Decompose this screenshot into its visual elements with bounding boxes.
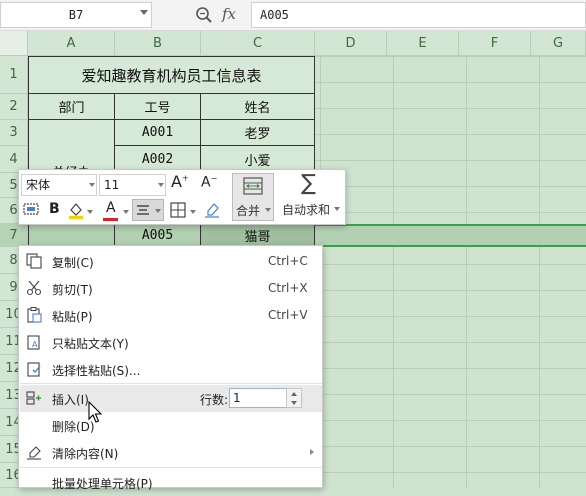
menu-item-label: 批量处理单元格(P) bbox=[52, 477, 153, 491]
context-menu: 复制(C) Ctrl+C 剪切(T) Ctrl+X 粘贴(P) Ctrl+V A… bbox=[18, 245, 323, 491]
menu-item-label: 插入(I) bbox=[52, 393, 89, 407]
autosum-label: 自动求和 bbox=[282, 203, 331, 217]
mini-toolbar: 宋体 11 A+ A− B A 合并 ∑ 自动求和 bbox=[18, 169, 346, 225]
align-center-icon bbox=[137, 205, 149, 215]
chevron-down-icon[interactable] bbox=[158, 183, 164, 187]
rows-count-spinner[interactable] bbox=[286, 388, 302, 408]
chevron-down-icon[interactable] bbox=[89, 183, 95, 187]
fx-icon[interactable]: fx bbox=[222, 5, 236, 23]
chevron-down-icon[interactable] bbox=[334, 207, 340, 211]
name-box[interactable]: B7 bbox=[0, 2, 152, 28]
merge-cells-icon bbox=[243, 177, 263, 195]
sigma-icon: ∑ bbox=[301, 171, 316, 196]
column-header-g[interactable]: G bbox=[531, 31, 586, 56]
chevron-down-icon[interactable] bbox=[140, 10, 148, 15]
table-title[interactable]: 爱知趣教育机构员工信息表 bbox=[28, 56, 315, 94]
menu-item-paste[interactable]: 粘贴(P) Ctrl+V bbox=[20, 302, 322, 329]
column-header-c[interactable]: C bbox=[201, 31, 315, 56]
name-cell[interactable]: 老罗 bbox=[201, 120, 315, 146]
menu-item-label: 复制(C) bbox=[52, 256, 94, 270]
header-id[interactable]: 工号 bbox=[115, 94, 201, 120]
menu-item-clear[interactable]: 清除内容(N) bbox=[20, 439, 322, 466]
grow-font-button[interactable]: A+ bbox=[171, 172, 189, 191]
menu-item-label: 只粘贴文本(Y) bbox=[52, 337, 129, 351]
menu-item-batch[interactable]: 批量处理单元格(P) bbox=[20, 469, 322, 496]
select-all-corner[interactable] bbox=[0, 31, 28, 56]
mouse-cursor-icon bbox=[88, 401, 103, 423]
rows-count-input[interactable]: 1 bbox=[229, 388, 289, 408]
column-header-e[interactable]: E bbox=[387, 31, 459, 56]
merge-label: 合并 bbox=[236, 204, 261, 218]
menu-divider bbox=[20, 467, 322, 468]
shrink-font-button[interactable]: A− bbox=[201, 174, 217, 191]
menu-item-delete[interactable]: 删除(D) bbox=[20, 412, 322, 439]
eraser-icon bbox=[27, 446, 41, 460]
rows-count-label: 行数: bbox=[200, 393, 229, 407]
id-cell[interactable]: A001 bbox=[115, 120, 201, 146]
align-center-button[interactable] bbox=[132, 199, 164, 221]
chevron-down-icon[interactable] bbox=[87, 210, 93, 214]
column-header-b[interactable]: B bbox=[115, 31, 201, 56]
chevron-down-icon[interactable] bbox=[190, 210, 196, 214]
paste-icon bbox=[27, 307, 42, 323]
cut-icon bbox=[26, 280, 42, 296]
chevron-right-icon bbox=[310, 449, 314, 455]
menu-divider bbox=[20, 383, 322, 384]
font-color-swatch bbox=[103, 218, 118, 221]
menu-item-cut[interactable]: 剪切(T) Ctrl+X bbox=[20, 275, 322, 302]
chevron-down-icon[interactable] bbox=[265, 208, 271, 212]
menu-item-insert[interactable]: 插入(I) 行数: 1 bbox=[20, 385, 322, 412]
header-dept[interactable]: 部门 bbox=[28, 94, 115, 120]
formula-input[interactable]: A005 bbox=[251, 2, 586, 28]
menu-item-shortcut: Ctrl+C bbox=[268, 254, 308, 268]
format-painter-icon[interactable] bbox=[23, 202, 39, 218]
copy-icon bbox=[26, 253, 42, 269]
column-header-f[interactable]: F bbox=[459, 31, 531, 56]
borders-icon[interactable] bbox=[170, 202, 186, 218]
chevron-down-icon[interactable] bbox=[155, 209, 161, 213]
row-header-7[interactable]: 7 bbox=[0, 224, 28, 247]
autosum-button[interactable]: ∑ 自动求和 bbox=[279, 171, 343, 221]
row-header-2[interactable]: 2 bbox=[0, 94, 28, 120]
column-header-a[interactable]: A bbox=[28, 31, 115, 56]
menu-item-paste-text[interactable]: A 只粘贴文本(Y) bbox=[20, 329, 322, 356]
paste-text-icon: A bbox=[27, 335, 40, 350]
menu-item-label: 选择性粘贴(S)... bbox=[52, 364, 141, 378]
menu-item-label: 剪切(T) bbox=[52, 283, 93, 297]
row-header-1[interactable]: 1 bbox=[0, 56, 28, 94]
row-header-3[interactable]: 3 bbox=[0, 120, 28, 146]
menu-item-shortcut: Ctrl+V bbox=[268, 308, 308, 322]
column-header-d[interactable]: D bbox=[315, 31, 387, 56]
menu-item-label: 粘贴(P) bbox=[52, 310, 93, 324]
header-name[interactable]: 姓名 bbox=[201, 94, 315, 120]
merge-button[interactable]: 合并 bbox=[232, 173, 274, 221]
spin-up-icon[interactable] bbox=[291, 392, 297, 396]
menu-item-shortcut: Ctrl+X bbox=[268, 281, 308, 295]
chevron-down-icon[interactable] bbox=[123, 210, 129, 214]
font-name-select[interactable]: 宋体 bbox=[21, 174, 97, 196]
menu-item-copy[interactable]: 复制(C) Ctrl+C bbox=[20, 248, 322, 275]
bold-button[interactable]: B bbox=[49, 201, 60, 217]
svg-text:A: A bbox=[32, 340, 38, 349]
id-cell[interactable]: A005 bbox=[115, 224, 201, 247]
font-size-select[interactable]: 11 bbox=[99, 174, 166, 196]
menu-item-paste-special[interactable]: 选择性粘贴(S)... bbox=[20, 356, 322, 383]
spin-down-icon[interactable] bbox=[291, 401, 297, 405]
dept-cell-row7[interactable] bbox=[28, 224, 115, 247]
menu-item-label: 清除内容(N) bbox=[52, 447, 119, 461]
fill-color-icon[interactable] bbox=[67, 201, 85, 219]
paste-special-icon bbox=[27, 362, 41, 377]
insert-icon bbox=[26, 391, 41, 405]
font-color-button[interactable]: A bbox=[106, 200, 116, 216]
name-cell[interactable]: 猫哥 bbox=[201, 224, 315, 247]
eraser-icon[interactable] bbox=[203, 201, 221, 219]
zoom-icon[interactable] bbox=[195, 6, 213, 24]
